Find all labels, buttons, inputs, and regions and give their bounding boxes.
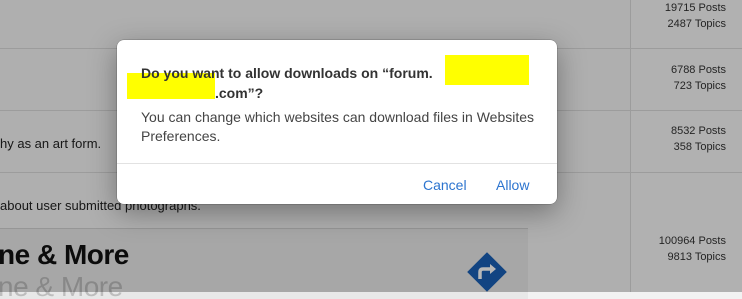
dialog-divider <box>117 163 557 164</box>
dialog-title: Do you want to allow downloads on “forum… <box>141 63 541 103</box>
allow-button[interactable]: Allow <box>496 177 529 193</box>
dialog-title-start: Do you want to allow downloads on “forum… <box>141 65 433 81</box>
download-permission-dialog: Do you want to allow downloads on “forum… <box>117 40 557 204</box>
cancel-button[interactable]: Cancel <box>423 177 467 193</box>
dialog-title-end: .com”? <box>215 85 264 101</box>
dialog-message: You can change which websites can downlo… <box>141 109 535 144</box>
